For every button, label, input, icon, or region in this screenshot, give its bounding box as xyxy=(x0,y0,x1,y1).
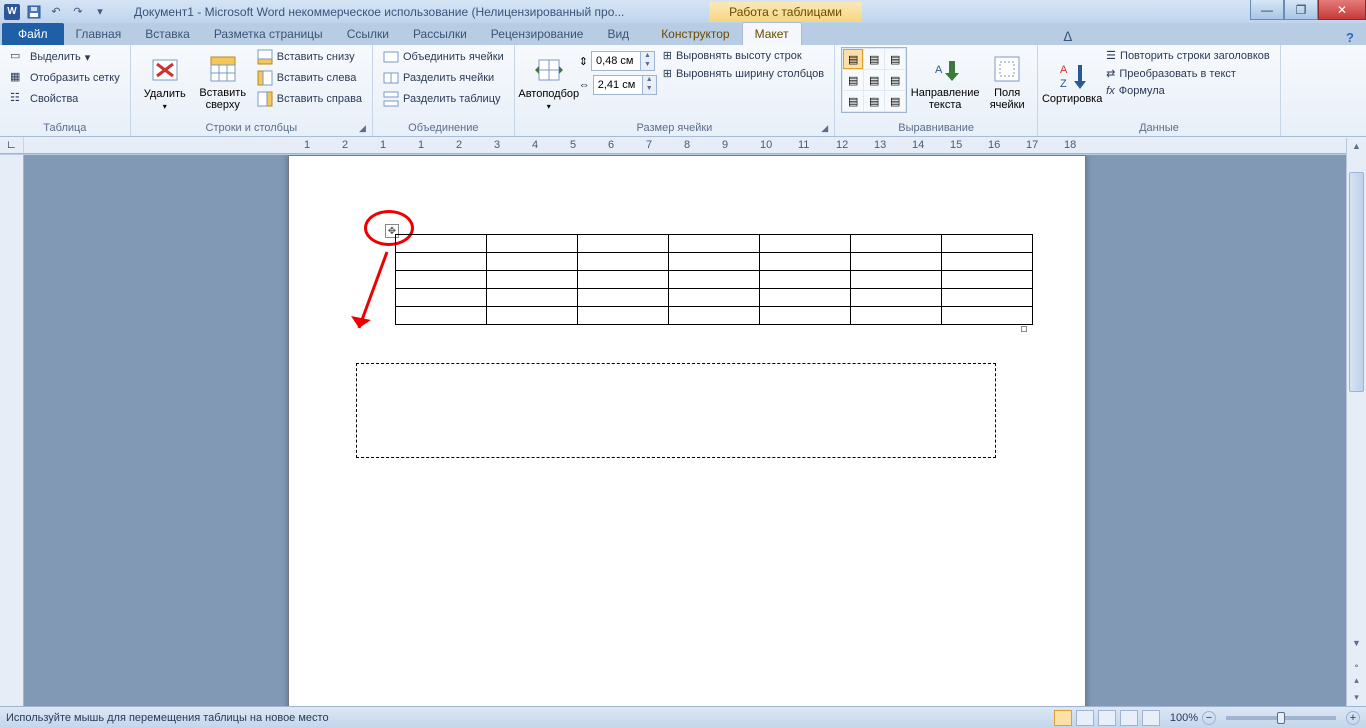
document-table[interactable] xyxy=(395,234,1033,325)
group-data: AZ Сортировка ☰Повторить строки заголовк… xyxy=(1038,45,1281,136)
convert-to-text-button[interactable]: ⇄Преобразовать в текст xyxy=(1102,65,1274,82)
group-label-table: Таблица xyxy=(6,120,124,136)
window-title: Документ1 - Microsoft Word некоммерческо… xyxy=(110,5,709,19)
view-draft-icon[interactable] xyxy=(1142,710,1160,726)
view-full-screen-icon[interactable] xyxy=(1076,710,1094,726)
view-web-layout-icon[interactable] xyxy=(1098,710,1116,726)
status-bar: Используйте мышь для перемещения таблицы… xyxy=(0,706,1366,728)
vertical-ruler[interactable] xyxy=(0,155,24,706)
close-button[interactable]: ✕ xyxy=(1318,0,1366,20)
group-label-cell-size: Размер ячейки◢ xyxy=(521,120,828,136)
formula-button[interactable]: fxФормула xyxy=(1102,83,1274,99)
tab-page-layout[interactable]: Разметка страницы xyxy=(202,23,335,45)
tab-design[interactable]: Конструктор xyxy=(649,23,741,45)
tab-review[interactable]: Рецензирование xyxy=(479,23,596,45)
group-merge: Объединить ячейки Разделить ячейки Разде… xyxy=(373,45,515,136)
zoom-in-button[interactable]: + xyxy=(1346,711,1360,725)
browse-object-icon[interactable]: ◦ xyxy=(1347,661,1366,672)
group-rows-cols: Удалить▾ Вставить сверху Вставить снизу … xyxy=(131,45,373,136)
insert-below-button[interactable]: Вставить снизу xyxy=(253,47,366,67)
quick-access-toolbar: ↶ ↷ ▾ xyxy=(24,3,110,21)
col-width-icon: ⇔ xyxy=(579,79,590,91)
view-print-layout-icon[interactable] xyxy=(1054,710,1072,726)
drop-target-outline xyxy=(356,363,996,458)
group-label-alignment: Выравнивание xyxy=(841,120,1031,136)
merge-cells-button[interactable]: Объединить ячейки xyxy=(379,47,508,67)
repeat-header-button[interactable]: ☰Повторить строки заголовков xyxy=(1102,47,1274,64)
zoom-out-button[interactable]: − xyxy=(1202,711,1216,725)
view-gridlines-button[interactable]: ▦Отобразить сетку xyxy=(6,68,124,88)
svg-text:A: A xyxy=(1060,64,1068,76)
title-bar: W ↶ ↷ ▾ Документ1 - Microsoft Word неком… xyxy=(0,0,1366,23)
dialog-launcher-icon[interactable]: ◢ xyxy=(359,123,366,134)
next-page-icon[interactable]: ▾ xyxy=(1347,689,1366,706)
cell-margins-button[interactable]: Поля ячейки xyxy=(983,47,1031,117)
ribbon: ▭Выделить ▾ ▦Отобразить сетку ☷Свойства … xyxy=(0,45,1366,137)
group-label-data: Данные xyxy=(1044,120,1274,136)
tab-view[interactable]: Вид xyxy=(595,23,641,45)
redo-icon[interactable]: ↷ xyxy=(68,3,88,21)
split-table-button[interactable]: Разделить таблицу xyxy=(379,89,508,109)
ruler-corner-icon[interactable]: ∟ xyxy=(0,137,24,153)
autofit-button[interactable]: Автоподбор▾ xyxy=(521,47,577,117)
qat-customize-icon[interactable]: ▾ xyxy=(90,3,110,21)
tab-home[interactable]: Главная xyxy=(64,23,134,45)
select-button[interactable]: ▭Выделить ▾ xyxy=(6,47,124,67)
horizontal-ruler[interactable]: ∟ 121 123 456 789 101112 131415 161718 xyxy=(0,137,1366,154)
minimize-button[interactable]: — xyxy=(1250,0,1284,20)
row-height-icon: ⇕ xyxy=(579,55,588,68)
view-outline-icon[interactable] xyxy=(1120,710,1138,726)
scroll-down-icon[interactable]: ▼ xyxy=(1347,635,1366,652)
distribute-cols-button[interactable]: ⊞Выровнять ширину столбцов xyxy=(659,65,828,82)
context-tab-header: Работа с таблицами xyxy=(709,2,862,22)
undo-icon[interactable]: ↶ xyxy=(46,3,66,21)
split-cells-button[interactable]: Разделить ячейки xyxy=(379,68,508,88)
tab-mailings[interactable]: Рассылки xyxy=(401,23,479,45)
group-cell-size: Автоподбор▾ ⇕ ▲▼ ⇔ ▲▼ ⊞Выровнять высоту … xyxy=(515,45,835,136)
scroll-up-icon[interactable]: ▲ xyxy=(1347,138,1366,155)
status-message: Используйте мышь для перемещения таблицы… xyxy=(6,712,329,724)
tab-references[interactable]: Ссылки xyxy=(335,23,401,45)
table-resize-handle[interactable] xyxy=(1021,326,1027,332)
insert-above-button[interactable]: Вставить сверху xyxy=(195,47,251,117)
insert-right-button[interactable]: Вставить справа xyxy=(253,89,366,109)
svg-text:Z: Z xyxy=(1060,78,1067,90)
group-table: ▭Выделить ▾ ▦Отобразить сетку ☷Свойства … xyxy=(0,45,131,136)
group-label-merge: Объединение xyxy=(379,120,508,136)
distribute-rows-button[interactable]: ⊞Выровнять высоту строк xyxy=(659,47,828,64)
svg-text:A: A xyxy=(935,64,943,76)
scroll-thumb[interactable] xyxy=(1349,172,1364,392)
vertical-scrollbar[interactable]: ▲ ▼ ◦ ▴ ▾ xyxy=(1346,138,1366,706)
zoom-level[interactable]: 100% xyxy=(1170,712,1198,724)
page: ✥ xyxy=(288,155,1086,706)
tab-layout[interactable]: Макет xyxy=(742,22,802,45)
save-icon[interactable] xyxy=(24,3,44,21)
text-direction-button[interactable]: A Направление текста xyxy=(909,47,981,117)
zoom-slider[interactable] xyxy=(1226,716,1336,720)
alignment-grid[interactable]: ▤▤▤ ▤▤▤ ▤▤▤ xyxy=(841,47,907,113)
col-width-input[interactable]: ▲▼ xyxy=(593,75,657,95)
group-alignment: ▤▤▤ ▤▤▤ ▤▤▤ A Направление текста Поля яч… xyxy=(835,45,1038,136)
document-area[interactable]: ✥ xyxy=(24,155,1346,706)
row-height-input[interactable]: ▲▼ xyxy=(591,51,655,71)
annotation-arrow-icon xyxy=(349,246,399,346)
ribbon-tabs: Файл Главная Вставка Разметка страницы С… xyxy=(0,23,1366,45)
maximize-button[interactable]: ❐ xyxy=(1284,0,1318,20)
properties-button[interactable]: ☷Свойства xyxy=(6,89,124,109)
group-label-rows-cols: Строки и столбцы◢ xyxy=(137,120,366,136)
help-icon[interactable]: ? xyxy=(1346,30,1354,45)
word-app-icon: W xyxy=(4,4,20,20)
dialog-launcher-icon[interactable]: ◢ xyxy=(821,123,828,134)
tab-insert[interactable]: Вставка xyxy=(133,23,202,45)
insert-left-button[interactable]: Вставить слева xyxy=(253,68,366,88)
file-tab[interactable]: Файл xyxy=(2,23,64,45)
sort-button[interactable]: AZ Сортировка xyxy=(1044,47,1100,117)
ribbon-minimize-icon[interactable]: ᐃ xyxy=(1063,29,1072,45)
delete-button[interactable]: Удалить▾ xyxy=(137,47,193,117)
prev-page-icon[interactable]: ▴ xyxy=(1347,672,1366,689)
